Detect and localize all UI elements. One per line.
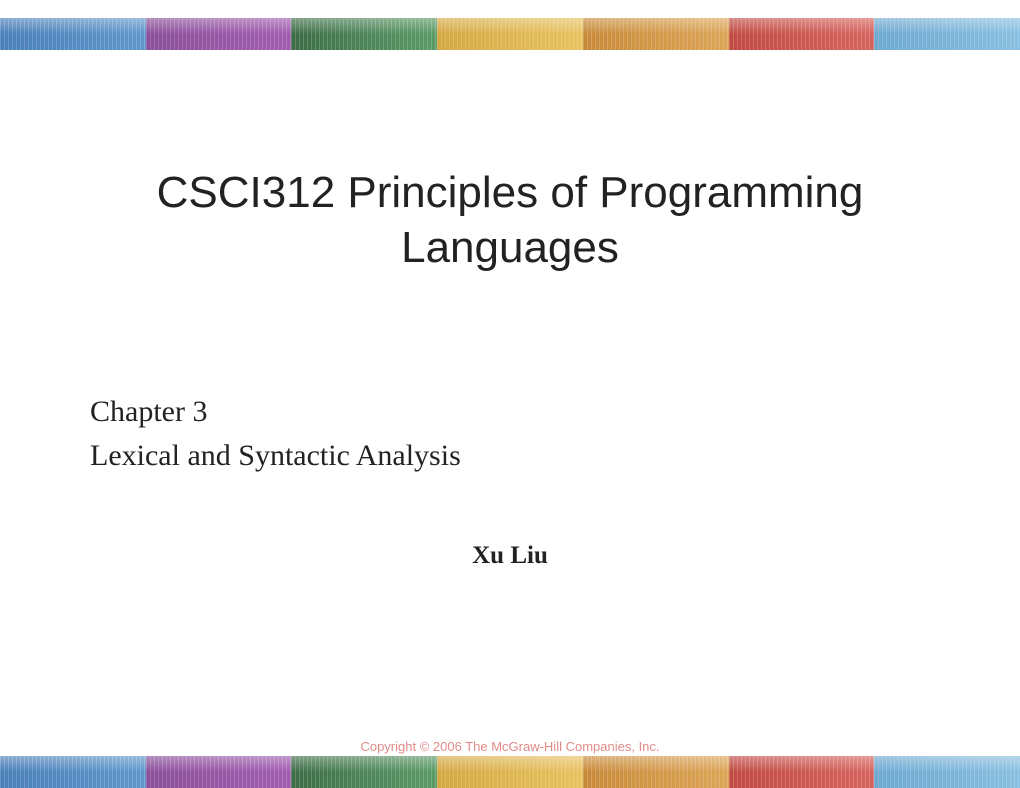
bottom-decorative-bar [0, 756, 1020, 788]
bar-segment [729, 18, 875, 50]
bar-segment [874, 18, 1020, 50]
chapter-block: Chapter 3 Lexical and Syntactic Analysis [90, 390, 930, 477]
bar-segment [874, 756, 1020, 788]
bar-segment [437, 18, 583, 50]
copyright-notice: Copyright © 2006 The McGraw-Hill Compani… [0, 739, 1020, 754]
bar-segment [291, 756, 437, 788]
bar-segment [583, 756, 729, 788]
bar-segment [146, 18, 292, 50]
author-name: Xu Liu [90, 542, 930, 570]
bar-segment [583, 18, 729, 50]
top-decorative-bar [0, 18, 1020, 50]
chapter-number: Chapter 3 [90, 390, 930, 434]
bar-segment [437, 756, 583, 788]
bar-segment [0, 756, 146, 788]
slide: CSCI312 Principles of Programming Langua… [0, 0, 1020, 788]
slide-title: CSCI312 Principles of Programming Langua… [90, 165, 930, 275]
bar-segment [291, 18, 437, 50]
slide-content: CSCI312 Principles of Programming Langua… [0, 50, 1020, 788]
bar-segment [729, 756, 875, 788]
chapter-subtitle: Lexical and Syntactic Analysis [90, 434, 930, 478]
bar-segment [146, 756, 292, 788]
bar-segment [0, 18, 146, 50]
